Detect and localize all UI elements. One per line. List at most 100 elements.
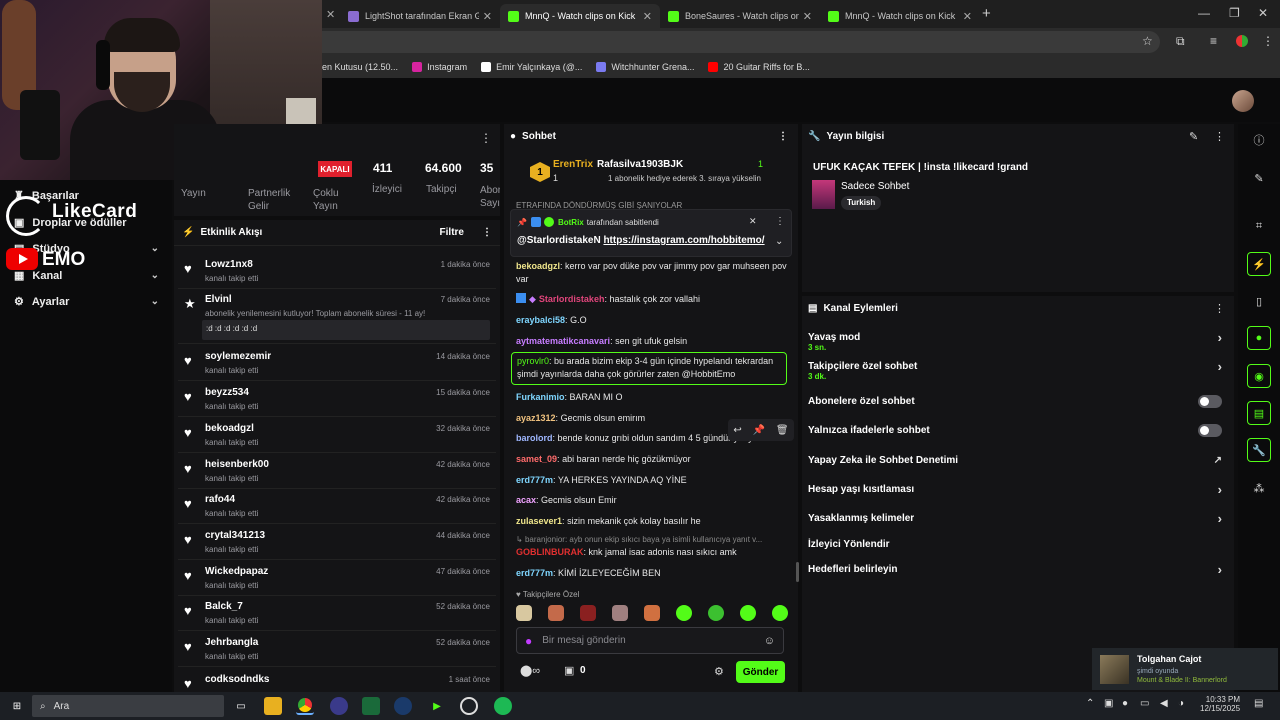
minimize-icon[interactable]: — (1198, 6, 1210, 20)
chat-username[interactable]: Furkanimio (516, 392, 565, 402)
emote-icon[interactable] (772, 605, 788, 621)
toggle-switch[interactable] (1198, 423, 1222, 437)
windows-start-icon[interactable]: ⊞ (8, 697, 26, 715)
mod-icon[interactable]: ▤ (1247, 401, 1271, 425)
store-icon[interactable]: ▣ (564, 664, 574, 677)
chat-bubble-icon[interactable]: ● (1247, 326, 1271, 350)
channel-action-row[interactable]: Abonelere özel sohbet (808, 391, 1228, 411)
file-explorer-icon[interactable] (264, 697, 282, 715)
emote-icon[interactable] (740, 605, 756, 621)
event-username[interactable]: crytal341213 (205, 530, 265, 541)
tab-stream[interactable]: Yayın (181, 187, 206, 200)
channel-action-row[interactable]: Yavaş mod › (808, 327, 1228, 347)
emoji-icon[interactable]: ☺ (764, 635, 775, 647)
tray-icon[interactable]: ◑ (1178, 698, 1184, 709)
clock[interactable]: 10:33 PM 12/15/2025 (1200, 695, 1240, 713)
chat-username[interactable]: acax (516, 495, 536, 505)
spotify-icon[interactable] (494, 697, 512, 715)
emote-icon[interactable] (580, 605, 596, 621)
stream-category[interactable]: Sadece Sohbet (841, 181, 909, 192)
chat-username[interactable]: zulasever1 (516, 516, 562, 526)
chat-username[interactable]: GOBLINBURAK (516, 547, 584, 557)
chat-username[interactable]: Starlordistakeh (539, 294, 605, 304)
tray-icon[interactable]: ▣ (1104, 698, 1113, 709)
channel-points-icon[interactable]: ⬤∞ (520, 664, 540, 677)
channel-action-row[interactable]: Yalnızca ifadelerle sohbet (808, 420, 1228, 440)
new-tab-button[interactable]: + (982, 5, 991, 22)
steam-icon[interactable] (394, 697, 412, 715)
obs-icon[interactable] (460, 697, 478, 715)
close-tab-icon[interactable]: ✕ (326, 8, 335, 21)
channel-action-row[interactable]: İzleyici Yönlendir (808, 534, 1228, 554)
browser-tab[interactable]: LightShot tarafından Ekran Gör ✕ (340, 4, 500, 28)
tab-multistream[interactable]: Çoklu Yayın (313, 187, 353, 213)
close-tab-icon[interactable]: ✕ (803, 10, 812, 23)
chat-username[interactable]: eraybalci58 (516, 315, 565, 325)
channel-action-row[interactable]: Hesap yaşı kısıtlaması › (808, 479, 1228, 499)
maximize-icon[interactable]: ❐ (1229, 6, 1240, 20)
network-icon[interactable]: ▭ (1140, 698, 1149, 709)
event-username[interactable]: Jehrbangla (205, 637, 258, 648)
event-username[interactable]: soylemezemir (205, 351, 271, 362)
browser-tab-active[interactable]: MnnQ - Watch clips on Kick ✕ (500, 4, 660, 28)
close-tab-icon[interactable]: ✕ (963, 10, 972, 23)
broadcast-icon[interactable]: ◉ (1247, 364, 1271, 388)
steam-notification[interactable]: Tolgahan Cajot şimdi oyunda Mount & Blad… (1092, 648, 1278, 690)
menu-dots-icon[interactable]: ⋮ (775, 216, 785, 227)
bookmark-star-icon[interactable]: ☆ (1142, 34, 1153, 48)
delete-icon[interactable]: 🗑 (776, 425, 789, 436)
emote-icon[interactable] (708, 605, 724, 621)
bookmark-item[interactable]: len Kutusu (12.50... (320, 62, 398, 72)
taskbar-search[interactable]: ⌕ Ara (32, 695, 224, 717)
document-icon[interactable]: ▯ (1247, 289, 1271, 313)
close-tab-icon[interactable]: ✕ (643, 10, 652, 23)
reply-icon[interactable]: ↩ (733, 425, 741, 436)
event-username[interactable]: rafo44 (205, 494, 235, 505)
chat-username[interactable]: erd777m (516, 568, 553, 578)
gear-icon[interactable]: ⚙ (714, 665, 724, 678)
xbox-icon[interactable] (362, 697, 380, 715)
media-icon[interactable]: ≡ (1210, 34, 1217, 48)
event-username[interactable]: heisenberk00 (205, 459, 269, 470)
event-username[interactable]: Elvinl (205, 294, 232, 305)
channel-action-row[interactable]: Yasaklanmış kelimeler › (808, 508, 1228, 528)
menu-dots-icon[interactable]: ⋮ (1214, 130, 1225, 143)
bookmark-item[interactable]: Instagram (412, 62, 467, 72)
chat-scrollbar[interactable] (796, 562, 799, 582)
chat-username[interactable]: samet_09 (516, 454, 557, 464)
event-username[interactable]: bekoadgzl (205, 423, 254, 434)
chevron-up-icon[interactable]: ⌃ (1086, 698, 1094, 709)
unpin-icon[interactable]: ✕ (749, 216, 757, 227)
chat-username[interactable]: pyrovlr0 (517, 356, 549, 366)
menu-dots-icon[interactable]: ⋮ (482, 227, 492, 238)
tab-partnership[interactable]: Partnerlik Gelir (248, 187, 303, 213)
menu-dots-icon[interactable]: ⋮ (480, 131, 492, 145)
kick-icon[interactable]: ▶ (428, 697, 446, 715)
address-bar[interactable] (300, 31, 1160, 53)
event-username[interactable]: Balck_7 (205, 601, 243, 612)
chrome-icon[interactable] (296, 697, 314, 715)
wrench-icon[interactable]: 🔧 (1247, 438, 1271, 462)
extensions-icon[interactable]: ⧉ (1176, 34, 1185, 49)
chat-username[interactable]: ayaz1312 (516, 413, 556, 423)
chevron-down-icon[interactable]: ⌄ (775, 236, 783, 247)
menu-dots-icon[interactable]: ⋮ (778, 131, 788, 142)
chat-username[interactable]: erd777m (516, 475, 553, 485)
close-tab-icon[interactable]: ✕ (483, 10, 492, 23)
edit-icon[interactable]: ✎ (1247, 166, 1271, 190)
channel-action-row[interactable]: Takipçilere özel sohbet › (808, 356, 1228, 376)
event-username[interactable]: Lowz1nx8 (205, 259, 253, 270)
filter-button[interactable]: Filtre (440, 227, 464, 238)
crop-icon[interactable]: ⌗ (1247, 214, 1271, 238)
emote-icon[interactable] (676, 605, 692, 621)
mic-tray-icon[interactable]: ● (1122, 698, 1128, 709)
emote-icon[interactable] (644, 605, 660, 621)
event-username[interactable]: codksodndks (205, 674, 269, 685)
channel-action-row[interactable]: Yapay Zeka ile Sohbet Denetimi ↗ (808, 450, 1228, 470)
avatar[interactable] (1232, 90, 1254, 112)
toggle-switch[interactable] (1198, 394, 1222, 408)
chat-username[interactable]: barolord (516, 433, 553, 443)
menu-dots-icon[interactable]: ⋮ (1262, 34, 1274, 48)
lightning-icon[interactable]: ⚡ (1247, 252, 1271, 276)
send-button[interactable]: Gönder (736, 661, 785, 683)
